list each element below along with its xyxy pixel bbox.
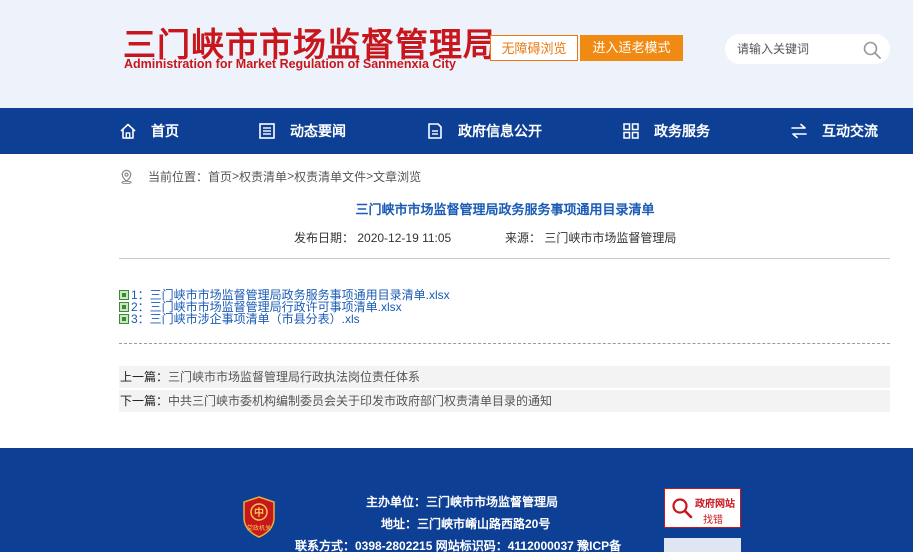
breadcrumb-prefix: 当前位置： <box>148 169 209 184</box>
source-value: 三门峡市市场监督管理局 <box>544 231 677 245</box>
home-icon <box>120 123 136 139</box>
next-label: 下一篇： <box>120 394 169 408</box>
breadcrumb-current: 文章浏览 <box>373 169 422 184</box>
publish-date: 发布日期： 2020-12-19 11:05 <box>294 229 451 246</box>
news-icon <box>259 123 275 139</box>
nav-label: 动态要闻 <box>290 123 346 139</box>
dashed-divider <box>119 343 890 344</box>
article-source: 来源： 三门峡市市场监督管理局 <box>505 229 676 246</box>
badge-title: 政府网站 <box>695 499 735 510</box>
breadcrumb-separator: > <box>366 169 374 183</box>
next-article-link[interactable]: 中共三门峡市委机构编制委员会关于印发市政府部门权责清单目录的通知 <box>168 394 552 408</box>
attachment-link[interactable]: 3：三门峡市涉企事项清单（市县分表）.xls <box>119 313 450 325</box>
prev-article: 上一篇：三门峡市市场监督管理局行政执法岗位责任体系 <box>119 366 890 388</box>
search-box <box>725 34 890 64</box>
magnifier-icon <box>672 498 693 519</box>
main-nav: 首页 动态要闻 政府信息公开 政务服务 互动交流 <box>0 108 913 154</box>
divider <box>119 258 890 259</box>
site-footer: 中 党政机关 主办单位：三门峡市市场监督管理局 地址：三门峡市崤山路西路20号 … <box>0 448 913 553</box>
document-icon <box>428 123 442 139</box>
breadcrumb-home[interactable]: 首页 <box>208 168 232 185</box>
site-title-en: Administration for Market Regulation of … <box>124 57 456 71</box>
elder-mode-button[interactable]: 进入适老模式 <box>580 35 683 61</box>
svg-text:党政机关: 党政机关 <box>247 524 271 532</box>
excel-file-icon <box>119 302 129 312</box>
nav-label: 互动交流 <box>822 123 878 139</box>
gov-site-error-report-badge[interactable]: 政府网站 找错 <box>664 488 741 528</box>
breadcrumb-separator: > <box>232 169 240 183</box>
nav-home[interactable]: 首页 <box>119 108 179 154</box>
attachment-label: 3：三门峡市涉企事项清单（市县分表）.xls <box>131 312 360 326</box>
nav-gov-service[interactable]: 政务服务 <box>622 108 710 154</box>
location-pin-icon <box>121 169 132 184</box>
nav-label: 政府信息公开 <box>458 123 542 139</box>
secondary-badge[interactable] <box>664 538 741 552</box>
publish-date-value: 2020-12-19 11:05 <box>357 231 452 245</box>
nav-gov-info[interactable]: 政府信息公开 <box>426 108 542 154</box>
nav-interaction[interactable]: 互动交流 <box>790 108 878 154</box>
grid-icon <box>623 123 639 139</box>
prev-label: 上一篇： <box>120 370 169 384</box>
exchange-icon <box>791 123 807 139</box>
excel-file-icon <box>119 314 129 324</box>
breadcrumb: 当前位置： 首页 > 权责清单 > 权责清单文件 > 文章浏览 <box>119 167 421 185</box>
publish-date-label: 发布日期： <box>294 231 355 245</box>
article-title: 三门峡市市场监督管理局政务服务事项通用目录清单 <box>355 202 655 217</box>
svg-text:中: 中 <box>254 506 264 519</box>
nav-label: 政务服务 <box>654 123 710 139</box>
next-article: 下一篇：中共三门峡市委机构编制委员会关于印发市政府部门权责清单目录的通知 <box>119 390 890 412</box>
site-header: 三门峡市市场监督管理局 Administration for Market Re… <box>0 0 913 108</box>
source-label: 来源： <box>505 231 542 245</box>
breadcrumb-rights-list[interactable]: 权责清单 <box>239 168 287 185</box>
search-icon[interactable] <box>862 40 882 60</box>
footer-host: 主办单位：三门峡市市场监督管理局 <box>366 495 559 509</box>
breadcrumb-separator: > <box>287 169 295 183</box>
search-input[interactable] <box>737 40 857 58</box>
excel-file-icon <box>119 290 129 300</box>
breadcrumb-rights-files[interactable]: 权责清单文件 <box>294 168 366 185</box>
party-gov-emblem-icon[interactable]: 中 党政机关 <box>241 496 277 538</box>
badge-subtitle: 找错 <box>703 515 723 526</box>
attachment-list: 1：三门峡市市场监督管理局政务服务事项通用目录清单.xlsx 2：三门峡市市场监… <box>119 289 450 325</box>
accessible-browse-button[interactable]: 无障碍浏览 <box>490 35 578 61</box>
footer-address: 地址：三门峡市崤山路西路20号 <box>381 517 551 531</box>
prev-article-link[interactable]: 三门峡市市场监督管理局行政执法岗位责任体系 <box>168 370 420 384</box>
footer-contact: 联系方式：0398-2802215 网站标识码：4112000037 豫ICP备 <box>295 539 622 553</box>
nav-label: 首页 <box>151 123 179 139</box>
nav-news[interactable]: 动态要闻 <box>258 108 346 154</box>
